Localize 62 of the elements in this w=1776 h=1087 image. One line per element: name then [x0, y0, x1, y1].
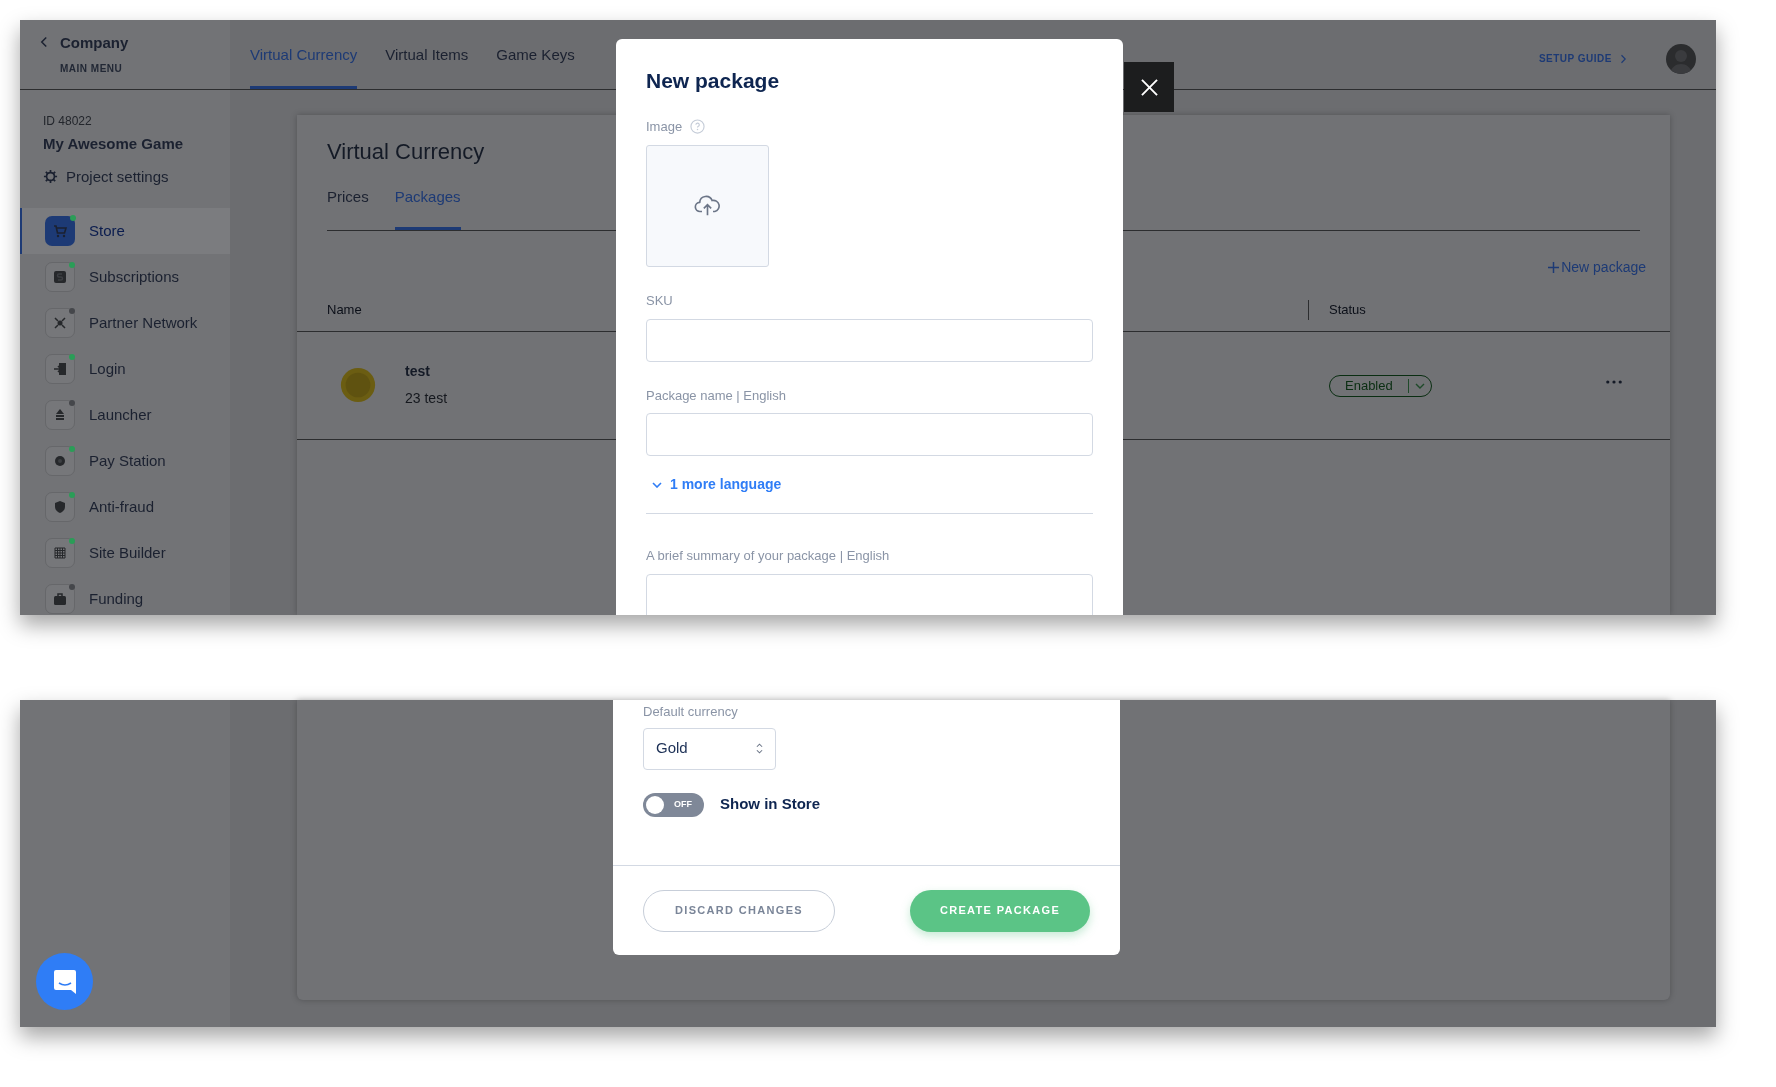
shield-icon [52, 499, 68, 515]
field-label: A brief summary of your package | English [646, 547, 891, 565]
avatar[interactable] [1666, 43, 1696, 74]
cloud-upload-icon [694, 195, 721, 217]
close-button[interactable] [1124, 62, 1174, 112]
company-link[interactable]: Company [60, 32, 129, 55]
help-icon [690, 118, 706, 134]
nav-tab[interactable]: Game Keys [496, 43, 575, 89]
chat-bubble-icon [52, 968, 77, 995]
dollar-icon [52, 269, 68, 285]
discard-changes-button[interactable]: DISCARD CHANGES [643, 889, 835, 932]
toggle-switch[interactable]: OFF [643, 792, 704, 817]
chevron-right-icon [1620, 53, 1626, 64]
project-id: ID 48022 [43, 113, 93, 130]
sort-arrows-icon [756, 743, 763, 754]
plus-icon [1548, 261, 1560, 273]
page-tab[interactable]: Packages [394, 186, 461, 230]
cart-icon [52, 223, 68, 239]
sidebar-item[interactable]: Anti-fraud [20, 484, 230, 530]
project-name: My Awesome Game [43, 134, 185, 154]
field-label: Image [646, 117, 683, 136]
page-tab[interactable]: Prices [327, 186, 369, 230]
page-title: Virtual Currency [327, 138, 486, 166]
sidebar-item[interactable]: Login [20, 346, 230, 392]
main-menu-label: MAIN MENU [60, 61, 124, 76]
close-icon [1140, 78, 1158, 96]
grid-icon [52, 545, 68, 561]
chevron-down-icon [1414, 383, 1425, 389]
network-icon [52, 315, 68, 331]
toggle-label: Show in Store [720, 794, 820, 815]
image-upload-area[interactable] [646, 145, 769, 267]
sidebar-item[interactable]: Funding [20, 576, 230, 615]
field-label: SKU [646, 292, 674, 310]
package-name: test [405, 362, 431, 381]
sidebar-item[interactable]: Subscriptions [20, 254, 230, 300]
chevron-down-icon [652, 481, 662, 488]
coin-icon [339, 366, 377, 404]
new-package-link[interactable]: New package [1548, 256, 1646, 278]
package-description: 23 test [405, 389, 448, 408]
briefcase-icon [52, 591, 68, 607]
setup-guide-link[interactable]: SETUP GUIDE [1538, 51, 1626, 66]
currency-select[interactable]: Gold [643, 727, 776, 770]
nav-tab[interactable]: Virtual Items [385, 43, 469, 89]
sidebar-item[interactable]: Launcher [20, 392, 230, 438]
nav-tab[interactable]: Virtual Currency [250, 43, 358, 89]
sidebar-item[interactable]: Partner Network [20, 300, 230, 346]
back-chevron-icon [40, 36, 48, 48]
create-package-button[interactable]: CREATE PACKAGE [910, 889, 1090, 932]
dialog-title: New package [646, 68, 781, 94]
more-languages-link[interactable]: 1 more language [646, 474, 1093, 495]
sidebar-item[interactable]: Store [20, 208, 230, 254]
column-header: Name [327, 301, 362, 320]
login-icon [52, 361, 68, 377]
field-label: Package name | English [646, 386, 787, 405]
text-input-field[interactable] [646, 413, 1093, 456]
more-options-icon [1606, 380, 1622, 384]
sidebar-item[interactable]: Site Builder [20, 530, 230, 576]
field-label: Default currency [643, 703, 739, 721]
project-settings-link[interactable]: Project settings [66, 165, 169, 188]
sidebar-item[interactable]: Pay Station [20, 438, 230, 484]
text-input-field[interactable] [646, 318, 1093, 362]
column-header: Status [1329, 301, 1366, 320]
